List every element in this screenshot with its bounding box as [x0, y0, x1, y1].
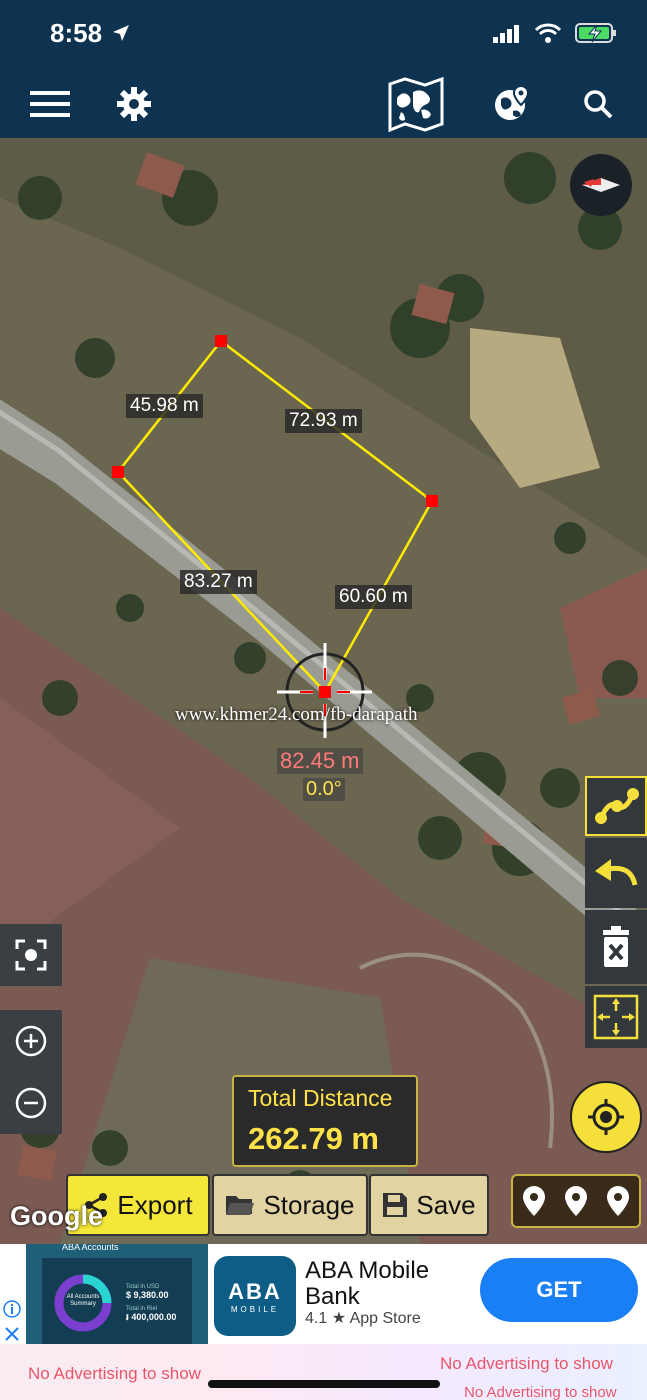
- satellite-map[interactable]: 45.98 m 72.93 m 83.27 m 60.60 m www.khme…: [0, 138, 647, 1244]
- status-bar: 8:58: [0, 0, 647, 70]
- my-location-button[interactable]: [570, 1081, 642, 1153]
- ad-rating: 4.1 ★ App Store: [305, 1310, 421, 1327]
- battery-charging-icon: [575, 23, 616, 43]
- export-label: Export: [117, 1189, 193, 1220]
- top-toolbar: [0, 70, 647, 138]
- status-time: 8:58: [50, 18, 103, 48]
- segment-length-label: 60.60 m: [335, 585, 412, 609]
- wifi-icon: [535, 23, 561, 43]
- map-pin-icon: [607, 1186, 629, 1216]
- cellular-signal-icon: [493, 25, 519, 43]
- segment-length-label: 72.93 m: [285, 409, 362, 433]
- total-distance-label: Total Distance: [248, 1085, 393, 1111]
- compass-icon[interactable]: [570, 154, 632, 216]
- vertex-marker: [426, 495, 438, 507]
- ad-thumb-header: ABA Accounts: [62, 1244, 119, 1252]
- segment-length-label: 83.27 m: [180, 570, 257, 594]
- vertex-marker: [215, 335, 227, 347]
- vertex-marker: [112, 466, 124, 478]
- path-measure-icon: [595, 788, 639, 824]
- focus-frame-icon: [15, 939, 47, 971]
- location-arrow-icon: [113, 25, 129, 41]
- undo-button[interactable]: [585, 838, 647, 908]
- aba-app-logo: ABA MOBILE: [214, 1256, 296, 1336]
- map-layers-icon[interactable]: [386, 74, 446, 134]
- no-ad-text-right: No Advertising to show: [440, 1354, 613, 1373]
- settings-icon[interactable]: [112, 82, 156, 126]
- ad-title: ABA Mobile Bank: [305, 1257, 430, 1310]
- zoom-controls: [0, 1010, 62, 1134]
- map-pin-icon: [565, 1186, 587, 1216]
- trash-icon: [603, 926, 629, 967]
- map-pin-icon: [523, 1186, 545, 1216]
- storage-button[interactable]: Storage: [212, 1174, 368, 1236]
- ad-close-icon[interactable]: [4, 1326, 20, 1342]
- search-icon[interactable]: [576, 82, 620, 126]
- zoom-out-icon[interactable]: [15, 1087, 47, 1119]
- save-button[interactable]: Save: [369, 1174, 489, 1236]
- live-distance: 82.45 m: [277, 748, 363, 774]
- zoom-in-icon[interactable]: [15, 1025, 47, 1057]
- ad-info-icon[interactable]: [3, 1300, 21, 1318]
- delete-button[interactable]: [585, 910, 647, 984]
- watermark-text: www.khmer24.com/fb-darapath: [175, 704, 418, 725]
- globe-pin-icon[interactable]: [490, 82, 534, 126]
- ad-banner[interactable]: ABA Accounts All Accounts Summary Total …: [0, 1244, 647, 1346]
- ad-thumb-summary: All Accounts Summary: [66, 1294, 100, 1307]
- floppy-disk-icon: [383, 1193, 408, 1217]
- folder-icon: [226, 1196, 255, 1215]
- undo-icon: [595, 859, 638, 886]
- vertex-marker: [319, 686, 331, 698]
- ad-thumb-khr: ៛ 400,000.00: [126, 1312, 177, 1322]
- no-ad-text-right-bottom: No Advertising to show: [464, 1384, 617, 1400]
- aba-logo-subtext: MOBILE: [230, 1304, 280, 1314]
- ad-thumb-usd: $ 9,380.00: [126, 1290, 169, 1300]
- save-label: Save: [416, 1189, 476, 1220]
- menu-icon[interactable]: [28, 82, 72, 126]
- aba-logo-text: ABA: [228, 1278, 282, 1304]
- expand-arrows-icon: [593, 994, 639, 1040]
- get-button[interactable]: GET: [480, 1258, 638, 1322]
- home-indicator[interactable]: [208, 1380, 440, 1388]
- measure-mode-button[interactable]: [585, 776, 647, 836]
- storage-label: Storage: [263, 1189, 355, 1220]
- segment-length-label: 45.98 m: [126, 394, 203, 418]
- no-ad-text-left: No Advertising to show: [28, 1364, 201, 1383]
- ad-screenshot: ABA Accounts All Accounts Summary Total …: [26, 1244, 208, 1346]
- no-ad-strip: No Advertising to show No Advertising to…: [0, 1344, 647, 1400]
- fit-bounds-button[interactable]: [585, 986, 647, 1048]
- total-distance-panel: Total Distance 262.79 m: [232, 1075, 418, 1167]
- live-angle: 0.0°: [303, 778, 345, 801]
- focus-frame-button[interactable]: [0, 924, 62, 986]
- total-distance-value: 262.79 m: [248, 1121, 379, 1156]
- google-attribution: Google: [10, 1201, 103, 1231]
- crosshair-icon: [588, 1099, 624, 1135]
- markers-button[interactable]: [511, 1174, 641, 1228]
